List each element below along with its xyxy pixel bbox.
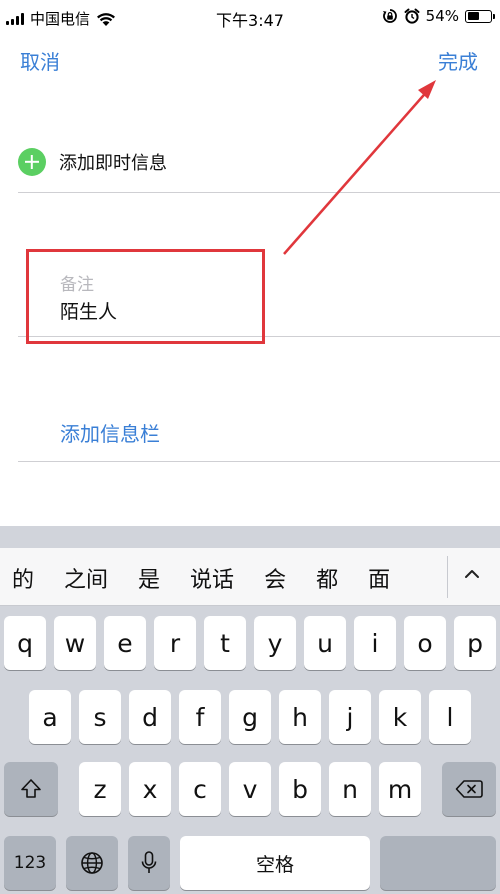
globe-key[interactable] [66, 836, 118, 890]
key-u[interactable]: u [304, 616, 346, 670]
key-n[interactable]: n [329, 762, 371, 816]
key-m[interactable]: m [379, 762, 421, 816]
key-l[interactable]: l [429, 690, 471, 744]
key-d[interactable]: d [129, 690, 171, 744]
microphone-icon [141, 851, 157, 873]
candidate-fade [422, 548, 446, 605]
candidate-word[interactable]: 的 [12, 562, 34, 594]
divider [18, 461, 500, 462]
add-circle-icon[interactable] [18, 148, 46, 176]
key-k[interactable]: k [379, 690, 421, 744]
microphone-key[interactable] [128, 836, 170, 890]
candidate-list: 的之间是说话会都面 [12, 562, 420, 594]
key-i[interactable]: i [354, 616, 396, 670]
shift-arrow-icon [21, 779, 41, 798]
key-g[interactable]: g [229, 690, 271, 744]
key-v[interactable]: v [229, 762, 271, 816]
return-key[interactable] [380, 836, 496, 890]
candidate-word[interactable]: 都 [316, 562, 338, 594]
key-w[interactable]: w [54, 616, 96, 670]
add-field-button[interactable]: 添加信息栏 [60, 418, 160, 447]
candidate-word[interactable]: 之间 [64, 562, 108, 594]
candidate-separator [447, 556, 448, 598]
key-q[interactable]: q [4, 616, 46, 670]
key-a[interactable]: a [29, 690, 71, 744]
key-p[interactable]: p [454, 616, 496, 670]
key-y[interactable]: y [254, 616, 296, 670]
backspace-icon [455, 780, 483, 798]
key-s[interactable]: s [79, 690, 121, 744]
add-instant-message-label: 添加即时信息 [59, 153, 167, 174]
add-instant-message-row[interactable]: 添加即时信息 [18, 148, 167, 176]
candidate-bar: 的之间是说话会都面 [0, 548, 500, 606]
alarm-icon [404, 8, 420, 24]
key-f[interactable]: f [179, 690, 221, 744]
candidate-word[interactable]: 会 [264, 562, 286, 594]
numbers-key[interactable]: 123 [4, 836, 56, 890]
key-t[interactable]: t [204, 616, 246, 670]
key-r[interactable]: r [154, 616, 196, 670]
key-j[interactable]: j [329, 690, 371, 744]
highlight-box [26, 249, 265, 344]
done-button[interactable]: 完成 [438, 46, 478, 75]
status-right: 54% [382, 7, 495, 25]
key-o[interactable]: o [404, 616, 446, 670]
status-bar: 中国电信 下午3:47 54% [0, 0, 500, 34]
shift-key[interactable] [4, 762, 58, 816]
candidate-word[interactable]: 是 [138, 562, 160, 594]
key-h[interactable]: h [279, 690, 321, 744]
cancel-button[interactable]: 取消 [20, 46, 60, 75]
rotation-lock-icon [382, 9, 397, 23]
candidate-word[interactable]: 说话 [190, 562, 234, 594]
key-c[interactable]: c [179, 762, 221, 816]
globe-icon [81, 852, 103, 874]
battery-icon [465, 9, 495, 23]
battery-level [467, 12, 480, 20]
candidate-word[interactable]: 面 [368, 562, 390, 594]
chevron-up-icon[interactable] [464, 566, 480, 582]
divider [18, 192, 500, 193]
space-key[interactable]: 空格 [180, 836, 370, 890]
key-z[interactable]: z [79, 762, 121, 816]
delete-key[interactable] [442, 762, 496, 816]
battery-percent: 54% [425, 7, 459, 25]
key-b[interactable]: b [279, 762, 321, 816]
key-e[interactable]: e [104, 616, 146, 670]
key-x[interactable]: x [129, 762, 171, 816]
